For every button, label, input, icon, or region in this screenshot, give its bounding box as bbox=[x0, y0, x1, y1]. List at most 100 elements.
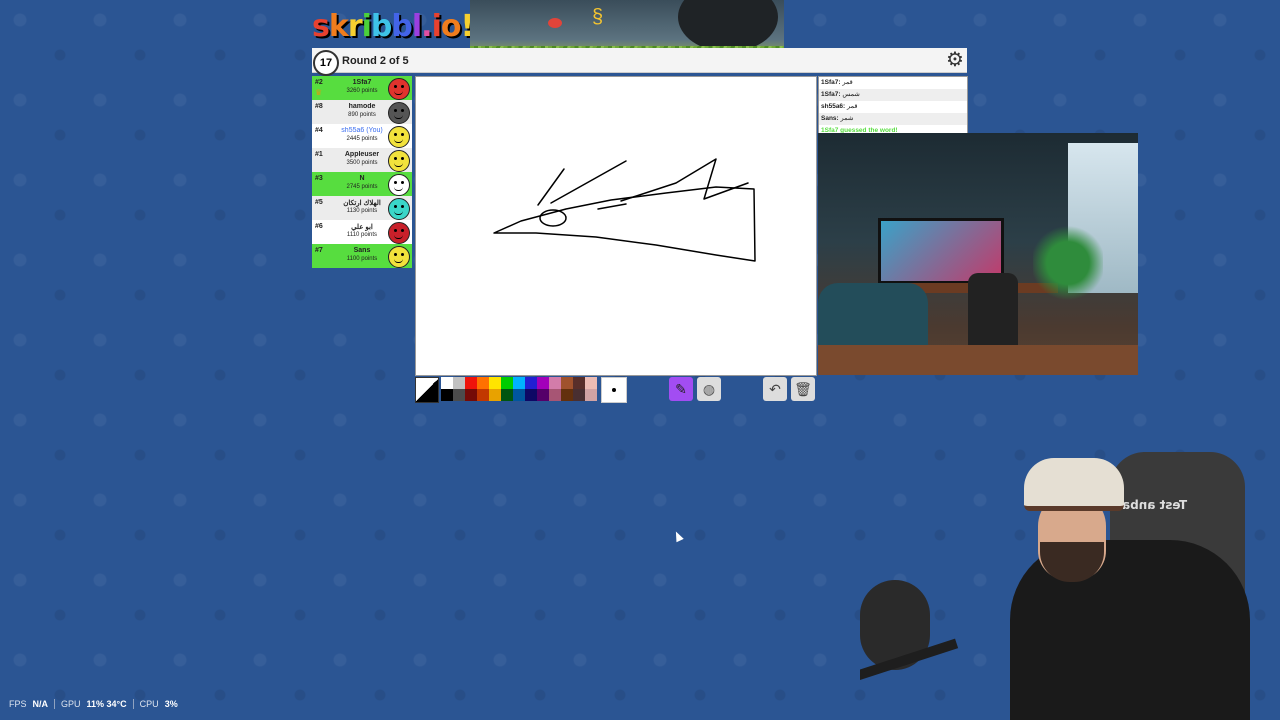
player-rank: #2 bbox=[315, 79, 323, 86]
room-background-image bbox=[818, 133, 1138, 375]
timer-clock-icon: 17 bbox=[313, 50, 339, 76]
color-swatch[interactable] bbox=[441, 377, 453, 389]
chat-text: قمر bbox=[842, 79, 853, 86]
skribbl-logo: s k r i b b l. i o! bbox=[312, 9, 474, 44]
color-swatch[interactable] bbox=[513, 377, 525, 389]
color-swatch[interactable] bbox=[525, 377, 537, 389]
fps-label: FPS bbox=[9, 699, 27, 709]
color-swatch[interactable] bbox=[465, 377, 477, 389]
player-rank: #5 bbox=[315, 199, 323, 206]
drawing-strokes bbox=[493, 158, 756, 262]
color-swatch[interactable] bbox=[573, 389, 585, 401]
drawing-toolbar: ✎ ◍ ↶ 🗑 bbox=[415, 377, 815, 403]
chat-user: 1Sfa7: bbox=[821, 91, 841, 98]
stroke-wing-left bbox=[537, 168, 565, 206]
player-row[interactable]: #2 ♛ 1Sfa7 3260 points bbox=[312, 76, 412, 100]
color-swatch[interactable] bbox=[549, 377, 561, 389]
pencil-icon[interactable]: ✎ bbox=[669, 377, 693, 401]
fill-bucket-icon[interactable]: ◍ bbox=[697, 377, 721, 401]
color-swatch[interactable] bbox=[561, 377, 573, 389]
round-indicator: Round 2 of 5 bbox=[342, 55, 409, 67]
stats-divider bbox=[132, 699, 134, 709]
brush-size-button[interactable] bbox=[601, 377, 627, 403]
stroke-nose bbox=[597, 203, 627, 210]
chat-user: 1Sfa7: bbox=[821, 79, 841, 86]
timer-value: 17 bbox=[319, 57, 333, 69]
color-swatch[interactable] bbox=[561, 389, 573, 401]
gpu-label: GPU bbox=[61, 699, 81, 709]
chair-brand-text: Test anba bbox=[1122, 498, 1188, 512]
color-swatch[interactable] bbox=[465, 389, 477, 401]
color-swatch[interactable] bbox=[489, 389, 501, 401]
player-row[interactable]: #1 Appleuser 3500 points bbox=[312, 148, 412, 172]
player-avatar bbox=[388, 126, 410, 148]
player-avatar bbox=[388, 78, 410, 100]
stats-divider bbox=[54, 699, 56, 709]
current-color-swatch[interactable] bbox=[415, 377, 439, 403]
color-swatch[interactable] bbox=[453, 389, 465, 401]
player-name: Appleuser bbox=[344, 151, 380, 158]
color-swatch[interactable] bbox=[441, 389, 453, 401]
chat-message: Sans: شمر bbox=[819, 113, 967, 125]
color-swatch[interactable] bbox=[585, 389, 597, 401]
player-row[interactable]: #5 الهلاك ارتكان 1130 points bbox=[312, 196, 412, 220]
chat-user: sh55a6: bbox=[821, 103, 846, 110]
chat-text: قمر bbox=[847, 103, 858, 110]
cpu-label: CPU bbox=[139, 699, 159, 709]
color-swatch[interactable] bbox=[477, 377, 489, 389]
player-name: N bbox=[359, 175, 365, 182]
color-swatch[interactable] bbox=[525, 389, 537, 401]
player-name: Sans bbox=[353, 247, 371, 254]
player-row[interactable]: #4 sh55a6 (You) 2445 points bbox=[312, 124, 412, 148]
trash-icon[interactable]: 🗑 bbox=[791, 377, 815, 401]
gear-icon[interactable]: ⚙ bbox=[944, 49, 966, 71]
color-swatch[interactable] bbox=[477, 389, 489, 401]
color-palette bbox=[441, 377, 597, 401]
cpu-value: 3% bbox=[164, 699, 178, 709]
performance-overlay: FPS N/A GPU 11% 34°C CPU 3% bbox=[9, 699, 178, 709]
drawing-canvas[interactable] bbox=[415, 76, 817, 376]
fps-value: N/A bbox=[32, 699, 49, 709]
player-list: #2 ♛ 1Sfa7 3260 points #8 hamode 890 points #4 s… bbox=[312, 76, 412, 268]
player-row[interactable]: #7 Sans 1100 points bbox=[312, 244, 412, 268]
color-swatch[interactable] bbox=[513, 389, 525, 401]
chat-panel: 1Sfa7: قمر 1Sfa7: شمس sh55a6: قمر Sans: شمر… bbox=[818, 76, 968, 134]
chat-user: Sans: bbox=[821, 115, 839, 122]
color-swatch[interactable] bbox=[501, 389, 513, 401]
color-swatch[interactable] bbox=[537, 389, 549, 401]
stroke-wing-mid bbox=[550, 160, 627, 204]
player-name: الهلاك ارتكان bbox=[343, 200, 381, 207]
player-name: 1Sfa7 bbox=[352, 79, 372, 86]
chat-message: sh55a6: قمر bbox=[819, 101, 967, 113]
stroke-hull bbox=[493, 186, 756, 262]
player-rank: #8 bbox=[315, 103, 323, 110]
game-header bbox=[312, 48, 967, 73]
color-swatch[interactable] bbox=[501, 377, 513, 389]
player-row[interactable]: #3 N 2745 points bbox=[312, 172, 412, 196]
player-avatar bbox=[388, 174, 410, 196]
player-rank: #4 bbox=[315, 127, 323, 134]
color-swatch[interactable] bbox=[573, 377, 585, 389]
player-row[interactable]: #8 hamode 890 points bbox=[312, 100, 412, 124]
chat-text: شمر bbox=[840, 115, 854, 122]
streamer-webcam: Test anba bbox=[860, 440, 1280, 720]
player-avatar bbox=[388, 150, 410, 172]
player-row[interactable]: #6 ابو علي 1110 points bbox=[312, 220, 412, 244]
player-rank: #6 bbox=[315, 223, 323, 230]
player-rank: #7 bbox=[315, 247, 323, 254]
chat-message: 1Sfa7: شمس bbox=[819, 89, 967, 101]
player-name: ابو علي bbox=[351, 224, 373, 231]
color-swatch[interactable] bbox=[537, 377, 549, 389]
streamer-hat bbox=[1024, 458, 1124, 511]
color-swatch[interactable] bbox=[453, 377, 465, 389]
stroke-wing-right bbox=[620, 158, 749, 202]
undo-icon[interactable]: ↶ bbox=[763, 377, 787, 401]
chat-text: شمس bbox=[842, 91, 860, 98]
player-name: hamode bbox=[348, 103, 376, 110]
color-swatch[interactable] bbox=[489, 377, 501, 389]
color-swatch[interactable] bbox=[585, 377, 597, 389]
player-rank: #1 bbox=[315, 151, 323, 158]
color-swatch[interactable] bbox=[549, 389, 561, 401]
chat-message: 1Sfa7: قمر bbox=[819, 77, 967, 89]
player-avatar bbox=[388, 102, 410, 124]
